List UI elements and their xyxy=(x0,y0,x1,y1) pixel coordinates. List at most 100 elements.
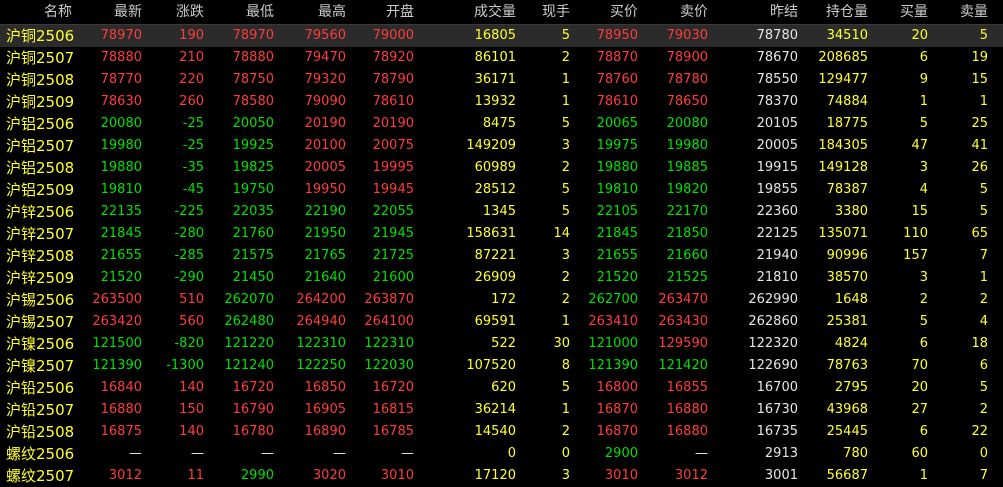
bid-price-cell: 121390 xyxy=(588,358,638,373)
table-row[interactable]: 沪铅2506 16840 140 16720 16850 16720 620 5 16800 16… xyxy=(0,377,1003,399)
current-volume-cell: 5 xyxy=(561,182,570,197)
change-cell: -25 xyxy=(182,116,204,131)
last-price-cell: 78630 xyxy=(100,94,142,109)
col-header-prev-settle[interactable]: 昨结 xyxy=(708,0,798,25)
col-header-last[interactable]: 最新 xyxy=(78,0,142,25)
table-row[interactable]: 沪镍2506 121500 -820 121220 122310 122310 522 30 1… xyxy=(0,333,1003,355)
table-row[interactable]: 沪铜2509 78630 260 78580 79090 78610 13932 1 78610… xyxy=(0,91,1003,113)
table-row[interactable]: 沪铅2508 16875 140 16780 16890 16785 14540 2 16870… xyxy=(0,421,1003,443)
prev-settle-cell: 22125 xyxy=(756,226,798,241)
high-cell: 79470 xyxy=(304,50,346,65)
ask-price-cell: 21525 xyxy=(666,270,708,285)
change-cell: -290 xyxy=(174,270,204,285)
table-header: 名称 最新 涨跌 最低 最高 开盘 成交量 现手 买价 卖价 昨结 持仓量 买量… xyxy=(0,0,1003,25)
ask-volume-cell: 18 xyxy=(971,336,988,351)
low-cell: 78880 xyxy=(232,50,274,65)
open-interest-cell: 34510 xyxy=(826,28,868,43)
ask-volume-cell: 5 xyxy=(979,380,988,395)
prev-settle-cell: 16735 xyxy=(756,424,798,439)
open-interest-cell: 25445 xyxy=(826,424,868,439)
table-row[interactable]: 沪铝2509 19810 -45 19750 19950 19945 28512 5 19810… xyxy=(0,179,1003,201)
volume-cell: 620 xyxy=(491,380,516,395)
prev-settle-cell: 78780 xyxy=(756,28,798,43)
ask-volume-cell: 4 xyxy=(979,314,988,329)
table-row[interactable]: 沪铜2506 78970 190 78970 79560 79000 16805 5 78950… xyxy=(0,25,1003,47)
col-header-low[interactable]: 最低 xyxy=(204,0,274,25)
table-row[interactable]: 沪锌2508 21655 -285 21575 21765 21725 87221 3 2165… xyxy=(0,245,1003,267)
table-row[interactable]: 沪锌2509 21520 -290 21450 21640 21600 26909 2 2152… xyxy=(0,267,1003,289)
open-cell: 21945 xyxy=(372,226,414,241)
table-row[interactable]: 沪铝2508 19880 -35 19825 20005 19995 60989 2 19880… xyxy=(0,157,1003,179)
ask-price-cell: 78900 xyxy=(666,50,708,65)
last-price-cell: 78770 xyxy=(100,72,142,87)
table-row[interactable]: 沪铝2507 19980 -25 19925 20100 20075 149209 3 1997… xyxy=(0,135,1003,157)
open-cell: 78920 xyxy=(372,50,414,65)
bid-volume-cell: 60 xyxy=(911,446,928,461)
volume-cell: 36214 xyxy=(474,402,516,417)
col-header-high[interactable]: 最高 xyxy=(274,0,346,25)
table-row[interactable]: 沪镍2507 121390 -1300 121240 122250 122030 10752… xyxy=(0,355,1003,377)
open-interest-cell: 208685 xyxy=(818,50,868,65)
prev-settle-cell: 16730 xyxy=(756,402,798,417)
last-price-cell: 19880 xyxy=(100,160,142,175)
col-header-ask[interactable]: 卖价 xyxy=(638,0,708,25)
open-interest-cell: 780 xyxy=(843,446,868,461)
current-volume-cell: 8 xyxy=(561,358,570,373)
col-header-current-volume[interactable]: 现手 xyxy=(516,0,570,25)
low-cell: 121240 xyxy=(224,358,274,373)
ask-volume-cell: 5 xyxy=(979,182,988,197)
ask-price-cell: 121420 xyxy=(658,358,708,373)
table-row[interactable]: 沪铜2508 78770 220 78750 79320 78790 36171 1 78760… xyxy=(0,69,1003,91)
table-row[interactable]: 沪锌2507 21845 -280 21760 21950 21945 158631 14 21… xyxy=(0,223,1003,245)
table-row[interactable]: 沪铜2507 78880 210 78880 79470 78920 86101 2 78870… xyxy=(0,47,1003,69)
col-header-open-interest[interactable]: 持仓量 xyxy=(798,0,868,25)
table-row[interactable]: 沪锡2506 263500 510 262070 264200 263870 172 2 262… xyxy=(0,289,1003,311)
col-header-name[interactable]: 名称 xyxy=(6,0,72,25)
bid-volume-cell: 6 xyxy=(919,50,928,65)
ask-price-cell: — xyxy=(695,446,708,461)
table-row[interactable]: 沪铝2506 20080 -25 20050 20190 20190 8475 5 20065 2… xyxy=(0,113,1003,135)
bid-price-cell: 78760 xyxy=(596,72,638,87)
col-header-bid[interactable]: 买价 xyxy=(570,0,638,25)
ask-price-cell: 22170 xyxy=(666,204,708,219)
current-volume-cell: 3 xyxy=(561,138,570,153)
open-interest-cell: 149128 xyxy=(818,160,868,175)
open-cell: 122030 xyxy=(364,358,414,373)
bid-volume-cell: 110 xyxy=(903,226,928,241)
volume-cell: 69591 xyxy=(474,314,516,329)
ask-volume-cell: 5 xyxy=(979,28,988,43)
bid-volume-cell: 27 xyxy=(911,402,928,417)
change-cell: 11 xyxy=(187,468,204,483)
open-cell: 21600 xyxy=(372,270,414,285)
table-row[interactable]: 螺纹2506— — — — —0 0 2900—2913 780 60 0 xyxy=(0,443,1003,465)
volume-cell: 87221 xyxy=(474,248,516,263)
low-cell: 78580 xyxy=(232,94,274,109)
table-row[interactable]: 螺纹2507 3012 11 2990 3020 3010 17120 3 3010 3012 30… xyxy=(0,465,1003,487)
table-row[interactable]: 沪锡2507 263420 560 262480 264940 264100 69591 1 2… xyxy=(0,311,1003,333)
change-cell: -1300 xyxy=(166,358,204,373)
volume-cell: 36171 xyxy=(474,72,516,87)
open-cell: 20075 xyxy=(372,138,414,153)
table-row[interactable]: 沪铅2507 16880 150 16790 16905 16815 36214 1 16870… xyxy=(0,399,1003,421)
current-volume-cell: 1 xyxy=(561,94,570,109)
open-interest-cell: 56687 xyxy=(826,468,868,483)
bid-price-cell: 263410 xyxy=(588,314,638,329)
col-header-volume[interactable]: 成交量 xyxy=(414,0,516,25)
bid-price-cell: 19810 xyxy=(596,182,638,197)
table-row[interactable]: 沪锌2506 22135 -225 22035 22190 22055 1345 5 22105… xyxy=(0,201,1003,223)
open-cell: 19995 xyxy=(372,160,414,175)
ask-volume-cell: 1 xyxy=(979,94,988,109)
ask-volume-cell: 7 xyxy=(979,468,988,483)
prev-settle-cell: 78370 xyxy=(756,94,798,109)
bid-price-cell: 19975 xyxy=(596,138,638,153)
bid-volume-cell: 5 xyxy=(919,314,928,329)
open-cell: 122310 xyxy=(364,336,414,351)
col-header-change[interactable]: 涨跌 xyxy=(142,0,204,25)
bid-price-cell: 121000 xyxy=(588,336,638,351)
col-header-ask-volume[interactable]: 卖量 xyxy=(928,0,988,25)
change-cell: 150 xyxy=(179,402,204,417)
col-header-open[interactable]: 开盘 xyxy=(346,0,414,25)
change-cell: 560 xyxy=(179,314,204,329)
col-header-bid-volume[interactable]: 买量 xyxy=(868,0,928,25)
high-cell: 79560 xyxy=(304,28,346,43)
